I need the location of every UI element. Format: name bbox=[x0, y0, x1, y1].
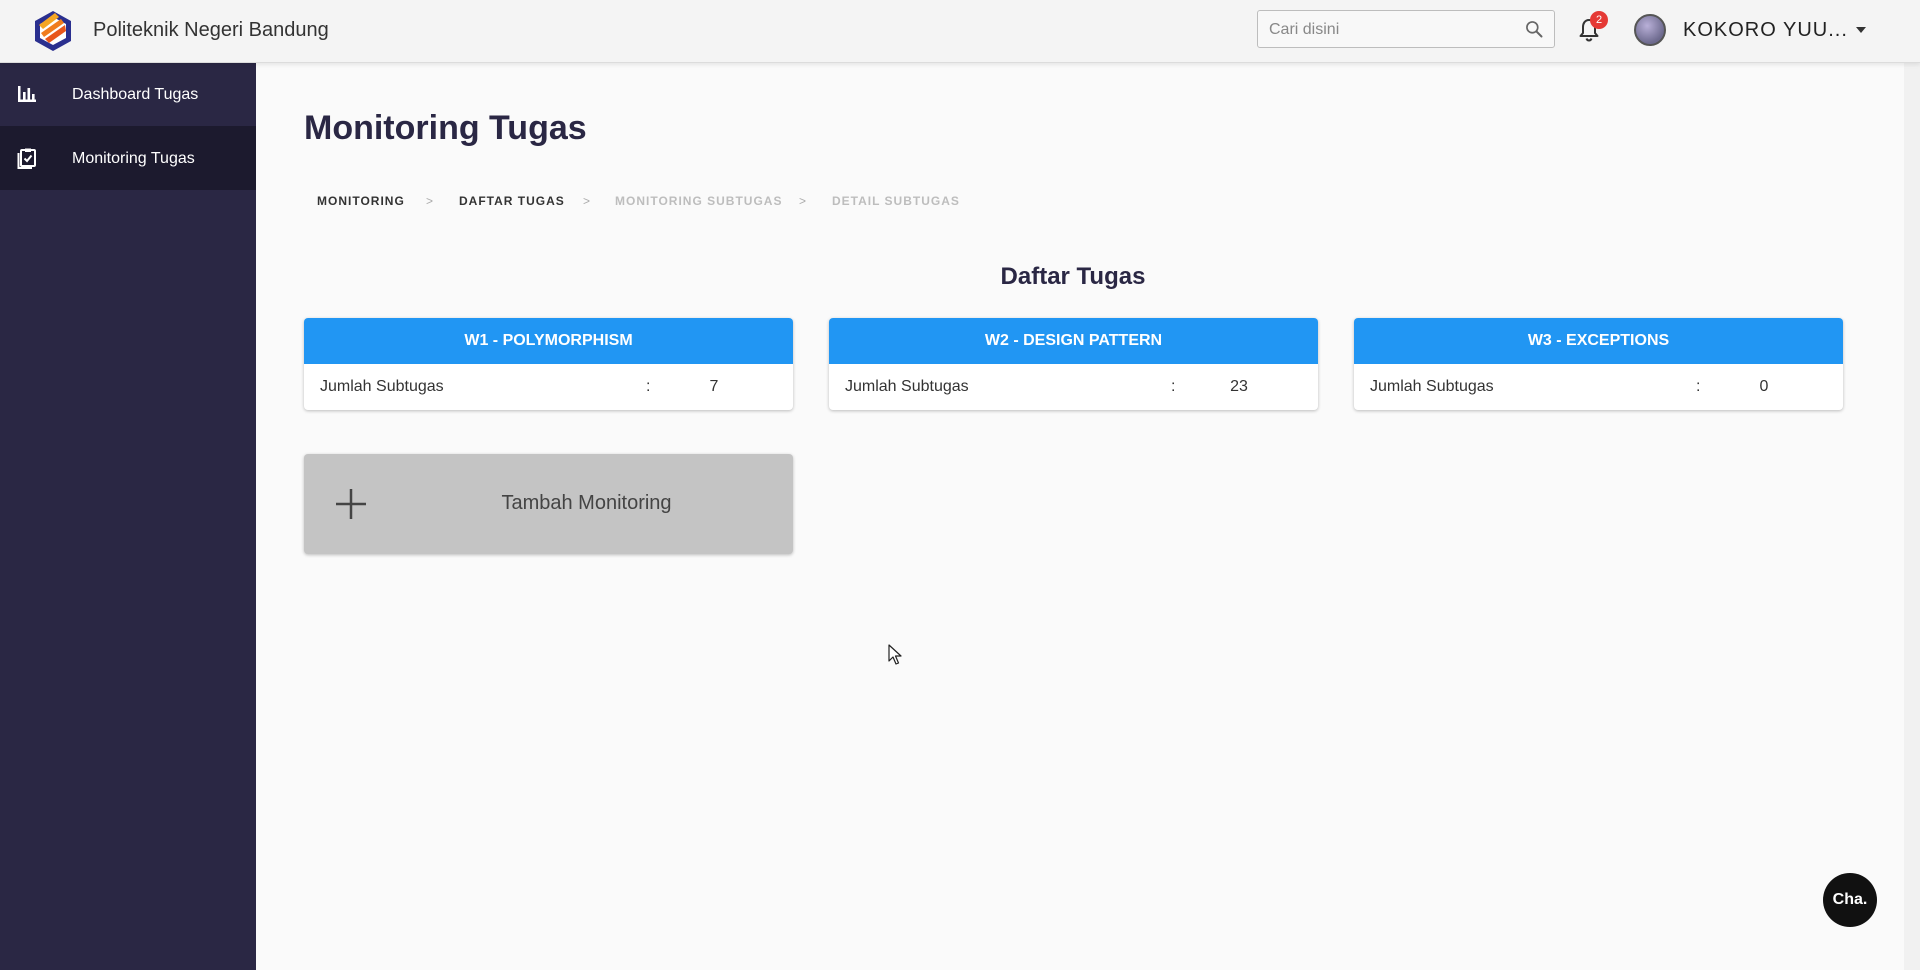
task-card-w2[interactable]: W2 - DESIGN PATTERN Jumlah Subtugas : 23 bbox=[829, 318, 1318, 410]
bar-chart-icon bbox=[18, 86, 36, 102]
notification-badge: 2 bbox=[1590, 11, 1608, 29]
breadcrumb-monitoring-subtugas: MONITORING SUBTUGAS bbox=[615, 194, 783, 208]
sidebar: Dashboard Tugas Monitoring Tugas bbox=[0, 62, 256, 970]
clipboard-check-icon bbox=[17, 148, 36, 169]
colon: : bbox=[646, 378, 651, 395]
breadcrumb-separator: > bbox=[426, 194, 435, 208]
caret-down-icon[interactable] bbox=[1853, 22, 1869, 38]
chat-button[interactable]: Cha. bbox=[1823, 873, 1877, 927]
sidebar-item-dashboard-tugas[interactable]: Dashboard Tugas bbox=[0, 62, 256, 126]
task-card-row: Jumlah Subtugas : 23 bbox=[829, 364, 1318, 410]
sidebar-item-label: Monitoring Tugas bbox=[72, 150, 195, 167]
search-input[interactable] bbox=[1258, 11, 1521, 49]
task-card-w3[interactable]: W3 - EXCEPTIONS Jumlah Subtugas : 0 bbox=[1354, 318, 1843, 410]
task-card-w1[interactable]: W1 - POLYMORPHISM Jumlah Subtugas : 7 bbox=[304, 318, 793, 410]
task-card-title[interactable]: W3 - EXCEPTIONS bbox=[1354, 318, 1843, 364]
colon: : bbox=[1171, 378, 1176, 395]
polban-logo-icon[interactable] bbox=[33, 9, 73, 53]
subtask-count-value: 7 bbox=[709, 378, 719, 395]
page-title: Monitoring Tugas bbox=[304, 109, 587, 147]
subtask-count-label: Jumlah Subtugas bbox=[320, 378, 444, 395]
scrollbar[interactable] bbox=[1904, 62, 1920, 970]
breadcrumb-detail-subtugas: DETAIL SUBTUGAS bbox=[832, 194, 960, 208]
top-bar: Politeknik Negeri Bandung 2 KOKORO YUU..… bbox=[0, 0, 1920, 63]
search-box[interactable] bbox=[1257, 10, 1555, 49]
task-card-title[interactable]: W2 - DESIGN PATTERN bbox=[829, 318, 1318, 364]
task-card-title[interactable]: W1 - POLYMORPHISM bbox=[304, 318, 793, 364]
search-icon[interactable] bbox=[1524, 19, 1544, 39]
subtask-count-value: 23 bbox=[1230, 378, 1248, 395]
task-card-row: Jumlah Subtugas : 0 bbox=[1354, 364, 1843, 410]
breadcrumb-separator: > bbox=[799, 194, 808, 208]
brand-name[interactable]: Politeknik Negeri Bandung bbox=[93, 19, 329, 42]
breadcrumb-monitoring[interactable]: MONITORING bbox=[317, 194, 405, 208]
breadcrumb-daftar-tugas[interactable]: DAFTAR TUGAS bbox=[459, 194, 565, 208]
subtask-count-value: 0 bbox=[1759, 378, 1769, 395]
task-card-row: Jumlah Subtugas : 7 bbox=[304, 364, 793, 410]
breadcrumb-separator: > bbox=[583, 194, 592, 208]
add-monitoring-label: Tambah Monitoring bbox=[501, 492, 672, 514]
subtask-count-label: Jumlah Subtugas bbox=[1370, 378, 1494, 395]
sidebar-item-monitoring-tugas[interactable]: Monitoring Tugas bbox=[0, 126, 256, 190]
colon: : bbox=[1696, 378, 1701, 395]
mouse-cursor-icon bbox=[888, 644, 902, 665]
subtask-count-label: Jumlah Subtugas bbox=[845, 378, 969, 395]
username[interactable]: KOKORO YUU... bbox=[1683, 19, 1848, 42]
avatar[interactable] bbox=[1634, 14, 1666, 46]
sidebar-item-label: Dashboard Tugas bbox=[72, 86, 199, 103]
add-monitoring-button[interactable]: Tambah Monitoring bbox=[304, 454, 793, 554]
section-title: Daftar Tugas bbox=[1000, 263, 1146, 290]
